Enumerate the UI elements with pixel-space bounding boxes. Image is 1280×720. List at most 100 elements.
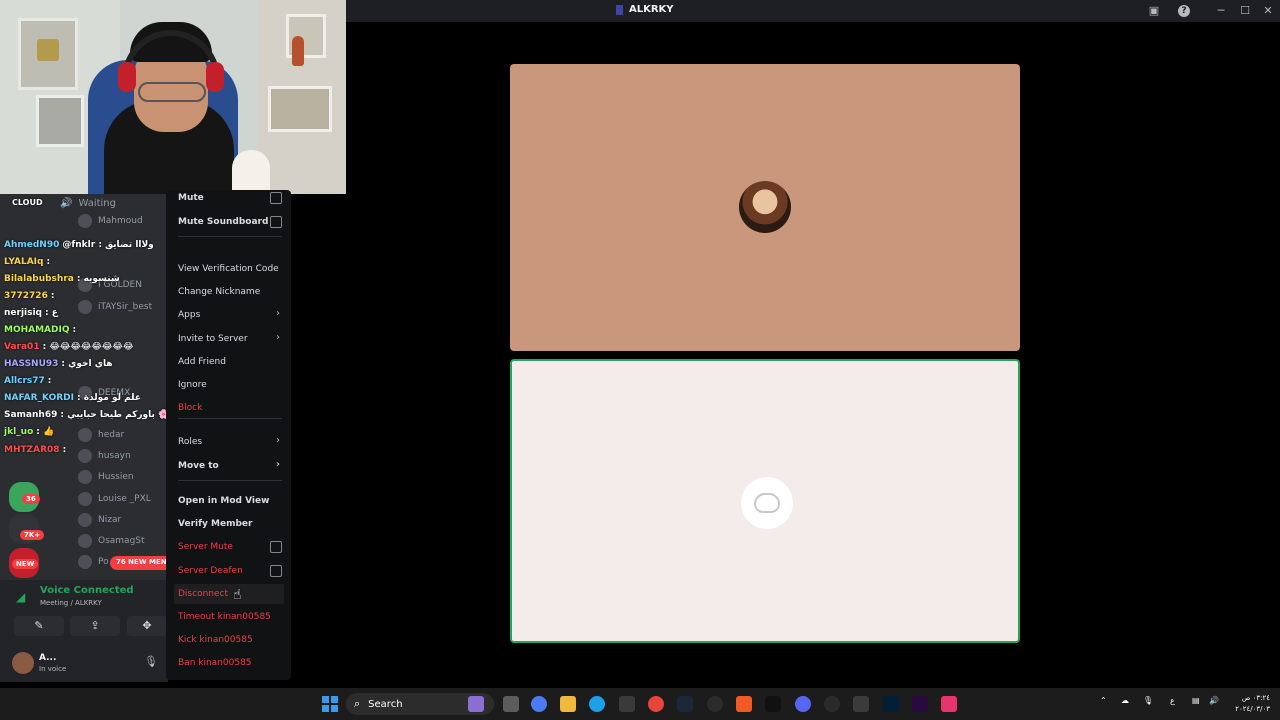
checkbox-icon[interactable] bbox=[270, 565, 282, 577]
avatar bbox=[78, 492, 92, 506]
maximize-button[interactable]: ☐ bbox=[1237, 3, 1253, 19]
menu-item-move-to[interactable]: Move to › bbox=[174, 456, 284, 476]
menu-item-apps[interactable]: Apps › bbox=[174, 305, 284, 325]
brave-icon[interactable] bbox=[736, 696, 752, 712]
menu-item-label: Server Deafen bbox=[178, 566, 243, 576]
voice-member[interactable]: husayn bbox=[78, 447, 131, 465]
chevron-right-icon: › bbox=[276, 308, 280, 319]
menu-item-ban-kinan00585[interactable]: Ban kinan00585 bbox=[174, 653, 284, 673]
menu-item-roles[interactable]: Roles › bbox=[174, 432, 284, 452]
chrome-icon[interactable] bbox=[648, 696, 664, 712]
chat-nick: Allcrs77 bbox=[4, 376, 45, 386]
chat-text: : 👍 bbox=[36, 427, 55, 437]
screen-share-button[interactable]: ⇪ bbox=[70, 616, 120, 636]
signal-icon[interactable]: ◢ bbox=[16, 590, 25, 604]
menu-item-server-deafen[interactable]: Server Deafen bbox=[174, 561, 284, 581]
close-button[interactable]: ✕ bbox=[1260, 3, 1276, 19]
avatar bbox=[78, 513, 92, 527]
voice-member[interactable]: hedar bbox=[78, 426, 124, 444]
voice-channel-path[interactable]: Meeting / ALKRKY bbox=[40, 599, 102, 607]
windows-start-icon[interactable] bbox=[322, 696, 338, 712]
unread-badge: 36 bbox=[22, 494, 40, 504]
chat-text: : bbox=[72, 325, 77, 335]
menu-item-label: Server Mute bbox=[178, 542, 233, 552]
taskbar-app-icon[interactable] bbox=[824, 696, 840, 712]
chat-message: NAFAR_KORDI: علم لو مولدة bbox=[4, 393, 141, 407]
avatar bbox=[78, 300, 92, 314]
minimize-button[interactable]: ─ bbox=[1213, 3, 1229, 19]
menu-item-verify-member[interactable]: Verify Member bbox=[174, 514, 284, 534]
menu-item-label: Apps bbox=[178, 310, 201, 320]
unread-badge: 7K+ bbox=[20, 530, 45, 540]
chat-nick: 3772726 bbox=[4, 291, 48, 301]
inbox-icon[interactable]: ▣ bbox=[1146, 3, 1162, 19]
discord-icon[interactable] bbox=[795, 696, 811, 712]
checkbox-icon[interactable] bbox=[270, 216, 282, 228]
clock-date: ٢٠٢٤/٠٣/٠٣ bbox=[1235, 705, 1270, 713]
avatar[interactable] bbox=[12, 652, 34, 674]
voice-member[interactable]: Mahmoud bbox=[78, 212, 143, 230]
menu-item-mute[interactable]: Mute bbox=[174, 188, 284, 208]
menu-item-mute-soundboard[interactable]: Mute Soundboard bbox=[174, 212, 284, 232]
cam-glasses bbox=[138, 82, 206, 102]
checkbox-icon[interactable] bbox=[270, 541, 282, 553]
chat-message: 3772726: bbox=[4, 291, 54, 305]
menu-item-disconnect[interactable]: Disconnect bbox=[174, 584, 284, 604]
volume-icon[interactable]: 🔊 bbox=[1209, 696, 1219, 705]
camera-off-button[interactable]: ✎ bbox=[14, 616, 64, 636]
premiere-icon[interactable] bbox=[912, 696, 928, 712]
cam-award-frame bbox=[18, 18, 78, 90]
clock-time: ٠٣:٢٤ ص bbox=[1241, 694, 1270, 702]
chat-nick: nerjisiq bbox=[4, 308, 43, 318]
voice-member[interactable]: Louise _PXL bbox=[78, 490, 151, 508]
menu-item-open-in-mod-view[interactable]: Open in Mod View bbox=[174, 491, 284, 511]
video-tile-participant[interactable] bbox=[510, 64, 1020, 351]
chat-nick: MHTZAR08 bbox=[4, 445, 60, 455]
tray-chevron-icon[interactable]: ⌃ bbox=[1100, 696, 1107, 705]
copilot-icon[interactable] bbox=[531, 696, 547, 712]
menu-item-ignore[interactable]: Ignore bbox=[174, 375, 284, 395]
voice-member[interactable]: Nizar bbox=[78, 511, 121, 529]
voice-member[interactable]: OsamagSt bbox=[78, 532, 145, 550]
new-badge: NEW bbox=[12, 559, 39, 569]
menu-item-add-friend[interactable]: Add Friend bbox=[174, 352, 284, 372]
menu-item-kick-kinan00585[interactable]: Kick kinan00585 bbox=[174, 630, 284, 650]
menu-item-view-verification-code[interactable]: View Verification Code bbox=[174, 259, 284, 279]
menu-item-timeout-kinan00585[interactable]: Timeout kinan00585 bbox=[174, 607, 284, 627]
menu-item-block[interactable]: Block bbox=[174, 398, 284, 418]
voice-member[interactable]: Hussien bbox=[78, 468, 134, 486]
chat-nick: jkl_uo bbox=[4, 427, 34, 437]
cloud-icon[interactable]: ☁ bbox=[1121, 696, 1129, 705]
obs-icon[interactable] bbox=[707, 696, 723, 712]
voice-channel-waiting[interactable]: 🔊 Waiting bbox=[60, 198, 116, 209]
chevron-right-icon: › bbox=[276, 435, 280, 446]
taskbar-app-icon[interactable] bbox=[468, 696, 484, 712]
network-icon[interactable]: ▤ bbox=[1192, 696, 1200, 705]
store-icon[interactable] bbox=[619, 696, 635, 712]
photoshop-icon[interactable] bbox=[883, 696, 899, 712]
capcut-icon[interactable] bbox=[765, 696, 781, 712]
microphone-tray-icon[interactable]: 🎙 bbox=[1143, 696, 1153, 705]
voice-member[interactable]: iTAYSir_best bbox=[78, 298, 152, 316]
task-view-icon[interactable] bbox=[503, 696, 519, 712]
video-tile-speaking[interactable] bbox=[510, 359, 1020, 643]
help-icon[interactable]: ? bbox=[1178, 5, 1190, 17]
activities-button[interactable]: ✥ bbox=[127, 616, 167, 636]
menu-item-change-nickname[interactable]: Change Nickname bbox=[174, 282, 284, 302]
member-name: iTAYSir_best bbox=[98, 302, 153, 312]
tiktok-icon[interactable] bbox=[941, 696, 957, 712]
taskbar-app-icon[interactable] bbox=[853, 696, 869, 712]
edge-icon[interactable] bbox=[589, 696, 605, 712]
chat-message: MOHAMADIQ: bbox=[4, 325, 76, 339]
file-explorer-icon[interactable] bbox=[560, 696, 576, 712]
menu-item-server-mute[interactable]: Server Mute bbox=[174, 537, 284, 557]
microphone-icon[interactable]: 🎙 bbox=[144, 655, 158, 668]
steam-icon[interactable] bbox=[677, 696, 693, 712]
taskbar-clock[interactable]: ٠٣:٢٤ ص ٢٠٢٤/٠٣/٠٣ bbox=[1224, 693, 1270, 715]
voice-connected-panel: ◢ Voice Connected Meeting / ALKRKY ✎ ⇪ ✥ bbox=[0, 580, 168, 640]
chat-text: : شنسويه bbox=[76, 274, 120, 284]
menu-item-invite-to-server[interactable]: Invite to Server › bbox=[174, 329, 284, 349]
voice-member[interactable]: Po bbox=[78, 553, 109, 571]
input-language[interactable]: ع bbox=[1170, 696, 1175, 705]
checkbox-icon[interactable] bbox=[270, 192, 282, 204]
